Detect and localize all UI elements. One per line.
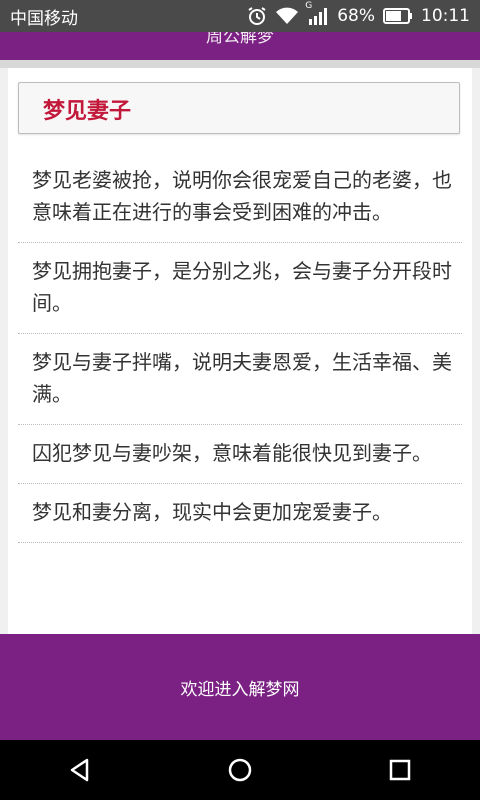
signal-badge: G	[305, 1, 313, 11]
alarm-icon	[247, 6, 267, 26]
clock: 10:11	[421, 6, 470, 26]
article-title: 梦见妻子	[43, 99, 132, 124]
article-title-box: 梦见妻子	[18, 82, 460, 134]
app-title: 周公解梦	[206, 32, 274, 47]
carrier-label: 中国移动	[10, 8, 78, 29]
header-divider	[0, 60, 480, 68]
home-button[interactable]	[210, 740, 270, 800]
list-item: 梦见与妻子拌嘴，说明夫妻恩爱，生活幸福、美满。	[18, 334, 462, 425]
list-item: 梦见老婆被抢，说明你会很宠爱自己的老婆，也意味着正在进行的事会受到困难的冲击。	[18, 152, 462, 243]
list-item: 囚犯梦见与妻吵架，意味着能很快见到妻子。	[18, 425, 462, 484]
system-navbar	[0, 740, 480, 800]
app-header: 周公解梦	[0, 32, 480, 60]
back-icon	[70, 758, 89, 782]
status-icons: G 68% 10:11	[247, 1, 470, 26]
wifi-icon	[275, 7, 299, 25]
article-card[interactable]: 梦见妻子 梦见老婆被抢，说明你会很宠爱自己的老婆，也意味着正在进行的事会受到困难…	[8, 68, 472, 634]
home-icon	[228, 758, 252, 782]
welcome-text: 欢迎进入解梦网	[180, 679, 300, 700]
list-item: 梦见拥抱妻子，是分别之兆，会与妻子分开段时间。	[18, 243, 462, 334]
battery-icon	[383, 8, 413, 24]
status-bar: 中国移动 G 68% 10:11	[0, 0, 480, 32]
battery-percent: 68%	[337, 6, 375, 26]
welcome-banner[interactable]: 欢迎进入解梦网	[0, 634, 480, 740]
recents-button[interactable]	[370, 740, 430, 800]
signal-icon: G	[305, 1, 329, 25]
back-button[interactable]	[50, 740, 110, 800]
list-item: 梦见和妻分离，现实中会更加宠爱妻子。	[18, 484, 462, 543]
dream-list[interactable]: 梦见老婆被抢，说明你会很宠爱自己的老婆，也意味着正在进行的事会受到困难的冲击。 …	[18, 152, 462, 543]
recents-icon	[389, 759, 411, 781]
